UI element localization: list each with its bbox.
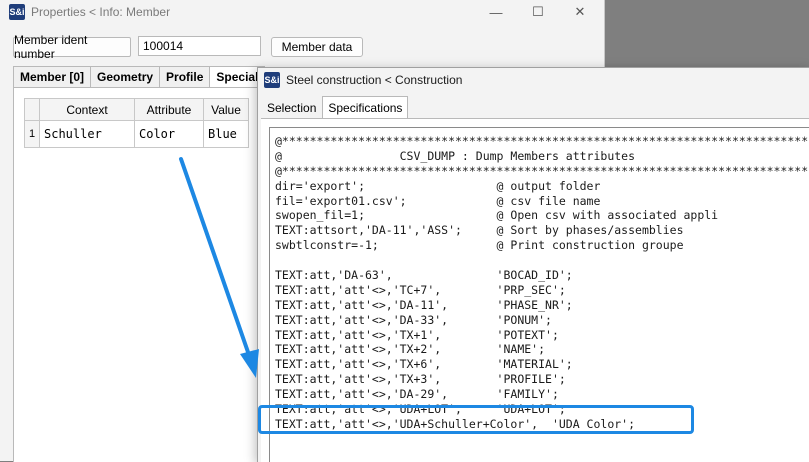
cell-context[interactable]: Schuller: [39, 120, 135, 148]
tab-geometry[interactable]: Geometry: [90, 66, 161, 87]
code-line: @***************************************…: [275, 163, 809, 178]
app-logo-icon: S&i: [9, 4, 25, 20]
code-line: swbtlconstr=-1; @ Print construction gro…: [275, 238, 684, 253]
construction-tabs: Selection Specifications: [261, 96, 409, 120]
code-line: TEXT:att,'DA-63', 'BOCAD_ID';: [275, 268, 573, 283]
tab-specifications[interactable]: Specifications: [322, 96, 409, 119]
table-row[interactable]: 1 Schuller Color Blue: [24, 120, 249, 148]
code-line: TEXT:att,'att'<>,'UDA+Schuller+Color', '…: [275, 416, 636, 431]
code-line: dir='export'; @ output folder: [275, 178, 601, 193]
row-number-header: [24, 98, 40, 121]
attribute-table: Context Attribute Value 1 Schuller Color…: [24, 98, 249, 148]
code-line: TEXT:att,'att'<>,'DA-11', 'PHASE_NR';: [275, 297, 573, 312]
window-title: Steel construction < Construction: [286, 73, 463, 87]
cell-attribute[interactable]: Color: [134, 120, 204, 148]
close-icon[interactable]: ✕: [560, 0, 600, 24]
construction-titlebar[interactable]: S&i Steel construction < Construction: [258, 68, 809, 92]
code-line: TEXT:att,'att'<>,'TC+7', 'PRP_SEC';: [275, 282, 566, 297]
special-panel: Context Attribute Value 1 Schuller Color…: [13, 87, 285, 462]
code-line: TEXT:att,'att'<>,'TX+6', 'MATERIAL';: [275, 357, 573, 372]
column-header-attribute[interactable]: Attribute: [134, 98, 204, 121]
member-data-button[interactable]: Member data: [271, 37, 363, 57]
code-line: @***************************************…: [275, 134, 809, 148]
app-logo-icon: S&i: [264, 72, 280, 88]
minimize-icon[interactable]: —: [476, 0, 516, 24]
code-line: TEXT:att,'att'<>,'DA-33', 'PONUM';: [275, 312, 552, 327]
cell-value[interactable]: Blue: [203, 120, 249, 148]
column-header-context[interactable]: Context: [39, 98, 135, 121]
code-editor[interactable]: @***************************************…: [269, 127, 809, 462]
window-title: Properties < Info: Member: [31, 5, 171, 19]
member-ident-input[interactable]: 100014: [138, 36, 261, 56]
code-line: TEXT:att,'att'<>,'DA-29', 'FAMILY';: [275, 387, 559, 402]
properties-titlebar[interactable]: S&i Properties < Info: Member — ☐ ✕: [0, 0, 604, 24]
code-line: TEXT:attsort,'DA-11','ASS'; @ Sort by ph…: [275, 223, 684, 238]
tab-profile[interactable]: Profile: [159, 66, 211, 87]
column-header-value[interactable]: Value: [203, 98, 249, 121]
maximize-icon[interactable]: ☐: [518, 0, 558, 24]
code-line: TEXT:att,'att'<>,'TX+2', 'NAME';: [275, 342, 546, 357]
tab-member[interactable]: Member [0]: [13, 66, 92, 87]
code-line: TEXT:att,'att'<>,'TX+1', 'POTEXT';: [275, 327, 559, 342]
row-number: 1: [24, 120, 40, 148]
code-line: @ CSV_DUMP : Dump Members attributes: [275, 148, 636, 163]
specifications-panel: @***************************************…: [261, 118, 809, 462]
member-ident-label: Member ident number: [13, 33, 131, 61]
tab-selection[interactable]: Selection: [261, 96, 322, 120]
code-line: TEXT:att,'att'<>,'TX+3', 'PROFILE';: [275, 372, 566, 387]
code-text[interactable]: @***************************************…: [275, 134, 808, 432]
code-line: fil='export01.csv'; @ csv file name: [275, 193, 601, 208]
code-line: TEXT:att,'att'<>,'UDA+LOT', 'UDA+LOT';: [275, 402, 566, 417]
construction-window: S&i Steel construction < Construction Se…: [257, 67, 809, 462]
property-tabs: Member [0] Geometry Profile Special: [13, 66, 266, 88]
code-line: swopen_fil=1; @ Open csv with associated…: [275, 208, 719, 223]
